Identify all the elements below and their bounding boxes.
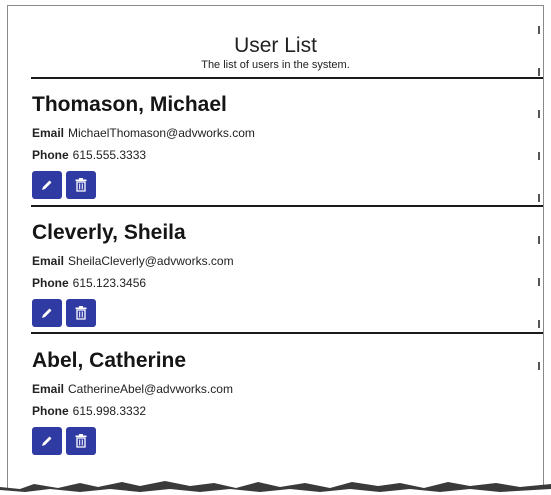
email-value: CatherineAbel@advworks.com [68, 382, 233, 396]
phone-value: 615.998.3332 [72, 404, 147, 418]
divider [31, 205, 543, 207]
email-value: MichaelThomason@advworks.com [68, 126, 255, 140]
user-name: Cleverly, Sheila [32, 221, 186, 244]
phone-row: Phone 615.555.3333 [32, 148, 543, 163]
user-name: Abel, Catherine [32, 349, 187, 372]
email-value: SheilaCleverly@advworks.com [68, 254, 234, 268]
phone-value: 615.555.3333 [72, 148, 147, 162]
trash-icon [75, 434, 87, 448]
page-header: User List The list of users in the syste… [8, 6, 543, 71]
delete-button[interactable] [66, 171, 96, 199]
page-subtitle: The list of users in the system. [201, 59, 350, 71]
phone-label: Phone [32, 148, 69, 162]
pencil-icon [42, 436, 52, 446]
scrollbar[interactable] [538, 26, 541, 404]
phone-row: Phone 615.998.3332 [32, 404, 543, 419]
user-card: Thomason, Michael Email MichaelThomason@a… [32, 93, 543, 199]
delete-button[interactable] [66, 427, 96, 455]
user-card: Abel, Catherine Email CatherineAbel@advwo… [32, 349, 543, 455]
page-title: User List [234, 34, 317, 57]
edit-button[interactable] [32, 299, 62, 327]
pencil-icon [42, 180, 52, 190]
edit-button[interactable] [32, 427, 62, 455]
user-card: Cleverly, Sheila Email SheilaCleverly@adv… [32, 221, 543, 327]
edit-button[interactable] [32, 171, 62, 199]
pencil-icon [42, 308, 52, 318]
email-label: Email [32, 126, 65, 140]
phone-value: 615.123.3456 [72, 276, 147, 290]
email-row: Email CatherineAbel@advworks.com [32, 382, 543, 397]
trash-icon [75, 306, 87, 320]
email-row: Email SheilaCleverly@advworks.com [32, 254, 543, 269]
phone-label: Phone [32, 404, 69, 418]
user-list-panel: User List The list of users in the syste… [7, 5, 544, 493]
delete-button[interactable] [66, 299, 96, 327]
trash-icon [75, 178, 87, 192]
email-label: Email [32, 254, 65, 268]
user-actions [32, 171, 543, 199]
user-actions [32, 299, 543, 327]
phone-label: Phone [32, 276, 69, 290]
email-row: Email MichaelThomason@advworks.com [32, 126, 543, 141]
user-actions [32, 427, 543, 455]
divider [31, 77, 543, 79]
torn-edge [0, 481, 551, 495]
phone-row: Phone 615.123.3456 [32, 276, 543, 291]
email-label: Email [32, 382, 65, 396]
divider [31, 332, 543, 334]
user-name: Thomason, Michael [32, 93, 227, 116]
